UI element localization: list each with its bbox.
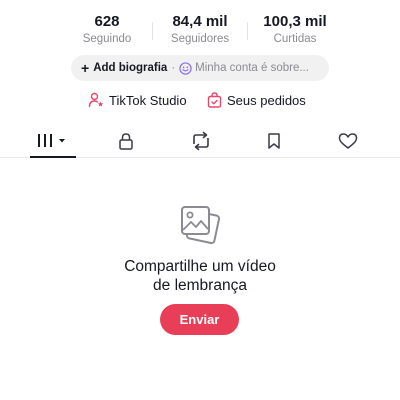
send-button[interactable]: Enviar — [160, 304, 239, 335]
smile-icon — [179, 61, 192, 75]
plus-icon: + — [81, 60, 90, 76]
profile-tabs — [0, 124, 400, 158]
followers-stat[interactable]: 84,4 mil Seguidores — [160, 12, 240, 46]
likes-stat[interactable]: 100,3 mil Curtidas — [250, 12, 340, 46]
photos-icon — [181, 206, 221, 245]
my-orders-link[interactable]: Seus pedidos — [207, 92, 306, 108]
heart-icon — [338, 133, 358, 149]
active-tab-indicator — [30, 156, 76, 158]
followers-label: Seguidores — [170, 33, 230, 45]
chevron-down-icon — [59, 139, 65, 143]
tab-liked[interactable] — [320, 124, 376, 158]
account-about-text: Minha conta é sobre... — [195, 62, 309, 74]
tab-videos[interactable] — [26, 124, 82, 158]
tab-reposts[interactable] — [173, 124, 229, 158]
stat-divider — [152, 22, 153, 40]
tiktok-studio-link[interactable]: TikTok Studio — [88, 92, 187, 108]
repost-icon — [193, 131, 209, 151]
following-stat[interactable]: 628 Seguindo — [72, 12, 142, 46]
following-label: Seguindo — [82, 33, 132, 45]
bookmark-icon — [268, 133, 280, 149]
separator-dot: · — [171, 62, 176, 74]
stat-divider — [247, 22, 248, 40]
likes-count: 100,3 mil — [263, 13, 327, 30]
likes-label: Curtidas — [273, 33, 317, 45]
videos-grid-icon — [38, 134, 65, 147]
tiktok-studio-label: TikTok Studio — [109, 92, 187, 108]
add-bio-label: Add biografia — [93, 62, 168, 74]
empty-title-line-1: Compartilhe um vídeo — [124, 258, 276, 275]
tab-favorites[interactable] — [246, 124, 302, 158]
following-count: 628 — [94, 13, 120, 30]
profile-stats: 628 Seguindo 84,4 mil Seguidores 100,3 m… — [0, 12, 400, 48]
empty-state-title: Compartilhe um vídeo de lembrança — [0, 257, 400, 295]
empty-title-line-2: de lembrança — [153, 277, 247, 294]
studio-person-star-icon — [88, 92, 104, 108]
followers-count: 84,4 mil — [172, 13, 228, 30]
profile-links: TikTok Studio Seus pedidos — [0, 92, 400, 112]
shopping-bag-icon — [207, 92, 222, 108]
lock-icon — [119, 133, 133, 150]
tab-private[interactable] — [98, 124, 154, 158]
add-bio-pill[interactable]: + Add biografia · Minha conta é sobre... — [71, 55, 329, 81]
my-orders-label: Seus pedidos — [227, 92, 306, 108]
